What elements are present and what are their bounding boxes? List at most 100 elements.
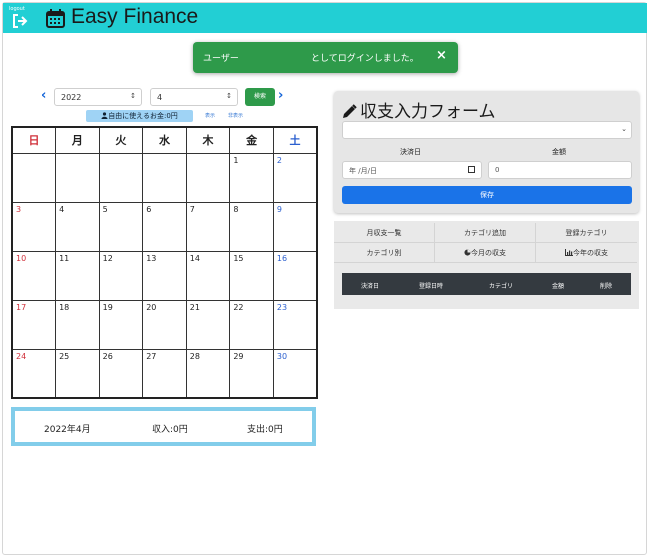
hide-link[interactable]: 非表示 (228, 112, 243, 119)
logout-button[interactable]: logout (9, 6, 29, 30)
day-cell[interactable]: 21 (185, 299, 231, 350)
year-value: 2022 (61, 93, 82, 102)
day-cell[interactable]: 22 (229, 299, 274, 350)
calendar-icon (46, 9, 65, 28)
close-icon[interactable]: × (436, 48, 447, 63)
day-cell[interactable]: 26 (98, 348, 144, 399)
col-registered-at: 登録日時 (419, 283, 444, 290)
chevron-updown-icon: ↕ (226, 92, 232, 100)
save-button[interactable]: 保存 (342, 186, 632, 204)
day-cell[interactable]: 18 (55, 299, 100, 350)
calendar-week: 17 18 19 20 21 22 23 (11, 299, 318, 350)
amount-label: 金額 (552, 148, 566, 156)
tab-this-year-label: 今年の収支 (573, 249, 608, 257)
chevron-down-icon: ⌄ (621, 125, 627, 133)
toast-message: としてログインしました。 (311, 54, 419, 64)
app-header: logout Easy Finance (3, 3, 647, 33)
weekday-sat: 土 (272, 126, 318, 154)
form-title: 収支入力フォーム (342, 97, 496, 122)
transaction-table-header: 決済日 登録日時 カテゴリ 金額 削除 (342, 273, 631, 295)
pencil-icon (343, 104, 357, 118)
calendar-week: 3 4 5 6 7 8 9 (11, 201, 318, 252)
col-amount: 金額 (552, 283, 565, 290)
day-cell[interactable]: 24 (11, 348, 57, 399)
view-tabs-panel: 月収支一覧 カテゴリ追加 登録カテゴリ カテゴリ別 今月の収支 今年の収支 決済… (334, 221, 639, 309)
day-cell[interactable]: 9 (272, 201, 318, 252)
tab-by-category[interactable]: カテゴリ別 (334, 243, 435, 263)
summary-income: 収入:0円 (152, 425, 188, 435)
day-cell[interactable]: 2 (272, 152, 318, 203)
day-cell[interactable]: 8 (229, 201, 274, 252)
logout-icon (13, 14, 28, 28)
day-cell[interactable]: 29 (229, 348, 274, 399)
day-cell[interactable]: 4 (55, 201, 100, 252)
tab-add-category[interactable]: カテゴリ追加 (435, 223, 536, 243)
day-cell[interactable]: 23 (272, 299, 318, 350)
weekday-wed: 水 (142, 126, 187, 154)
monthly-summary: 2022年4月 収入:0円 支出:0円 (11, 407, 316, 446)
day-cell[interactable]: 20 (142, 299, 187, 350)
toast-user: ユーザー (203, 54, 239, 64)
weekday-sun: 日 (11, 126, 57, 154)
summary-month: 2022年4月 (44, 425, 91, 435)
day-cell[interactable]: 10 (11, 250, 57, 301)
day-cell[interactable]: 30 (272, 348, 318, 399)
search-button[interactable]: 検索 (245, 88, 275, 106)
show-link[interactable]: 表示 (205, 112, 215, 119)
date-field[interactable]: 年 /月/日 (342, 161, 482, 179)
amount-field[interactable]: 0 (488, 161, 632, 179)
year-select[interactable]: 2022 ↕ (54, 88, 142, 106)
next-month-button[interactable]: › (278, 88, 283, 103)
month-select[interactable]: 4 ↕ (150, 88, 238, 106)
day-cell[interactable] (11, 152, 57, 203)
col-category: カテゴリ (489, 283, 514, 290)
day-cell[interactable]: 6 (142, 201, 187, 252)
day-cell[interactable] (185, 152, 231, 203)
day-cell[interactable] (55, 152, 100, 203)
day-cell[interactable]: 27 (142, 348, 187, 399)
entry-form: 収支入力フォーム ⌄ 決済日 金額 年 /月/日 0 保存 (334, 91, 639, 213)
category-select[interactable]: ⌄ (342, 121, 632, 139)
calendar-picker-icon[interactable] (468, 166, 475, 173)
day-cell[interactable]: 17 (11, 299, 57, 350)
tab-monthly-list[interactable]: 月収支一覧 (334, 223, 435, 243)
chevron-updown-icon: ↕ (130, 92, 136, 100)
day-cell[interactable]: 28 (185, 348, 231, 399)
tab-registered-categories[interactable]: 登録カテゴリ (536, 223, 637, 243)
weekday-thu: 木 (185, 126, 231, 154)
tab-this-month[interactable]: 今月の収支 (435, 243, 536, 263)
day-cell[interactable]: 15 (229, 250, 274, 301)
day-cell[interactable]: 13 (142, 250, 187, 301)
date-label: 決済日 (400, 148, 421, 156)
day-cell[interactable]: 19 (98, 299, 144, 350)
calendar-week: 10 11 12 13 14 15 16 (11, 250, 318, 301)
day-cell[interactable]: 3 (11, 201, 57, 252)
day-cell[interactable]: 12 (98, 250, 144, 301)
day-cell[interactable] (142, 152, 187, 203)
free-money-label: 自由に使えるお金:0円 (108, 112, 178, 120)
day-cell[interactable]: 11 (55, 250, 100, 301)
prev-month-button[interactable]: ‹ (41, 88, 46, 103)
month-value: 4 (157, 93, 163, 102)
date-placeholder: 年 /月/日 (349, 167, 377, 175)
logout-label: logout (9, 6, 25, 12)
day-cell[interactable]: 16 (272, 250, 318, 301)
calendar-week: 24 25 26 27 28 29 30 (11, 348, 318, 399)
weekday-fri: 金 (229, 126, 274, 154)
col-delete: 削除 (600, 283, 613, 290)
login-toast: ユーザー としてログインしました。 × (193, 42, 458, 73)
summary-expense: 支出:0円 (247, 425, 283, 435)
day-cell[interactable]: 25 (55, 348, 100, 399)
bar-chart-icon (565, 249, 573, 256)
amount-value: 0 (495, 166, 500, 174)
day-cell[interactable]: 7 (185, 201, 231, 252)
tab-this-month-label: 今月の収支 (471, 249, 506, 257)
day-cell[interactable]: 5 (98, 201, 144, 252)
app-title: Easy Finance (71, 5, 199, 28)
day-cell[interactable]: 1 (229, 152, 274, 203)
weekday-mon: 月 (55, 126, 100, 154)
free-money-button[interactable]: 自由に使えるお金:0円 (86, 110, 193, 122)
tab-this-year[interactable]: 今年の収支 (536, 243, 637, 263)
day-cell[interactable] (98, 152, 144, 203)
day-cell[interactable]: 14 (185, 250, 231, 301)
